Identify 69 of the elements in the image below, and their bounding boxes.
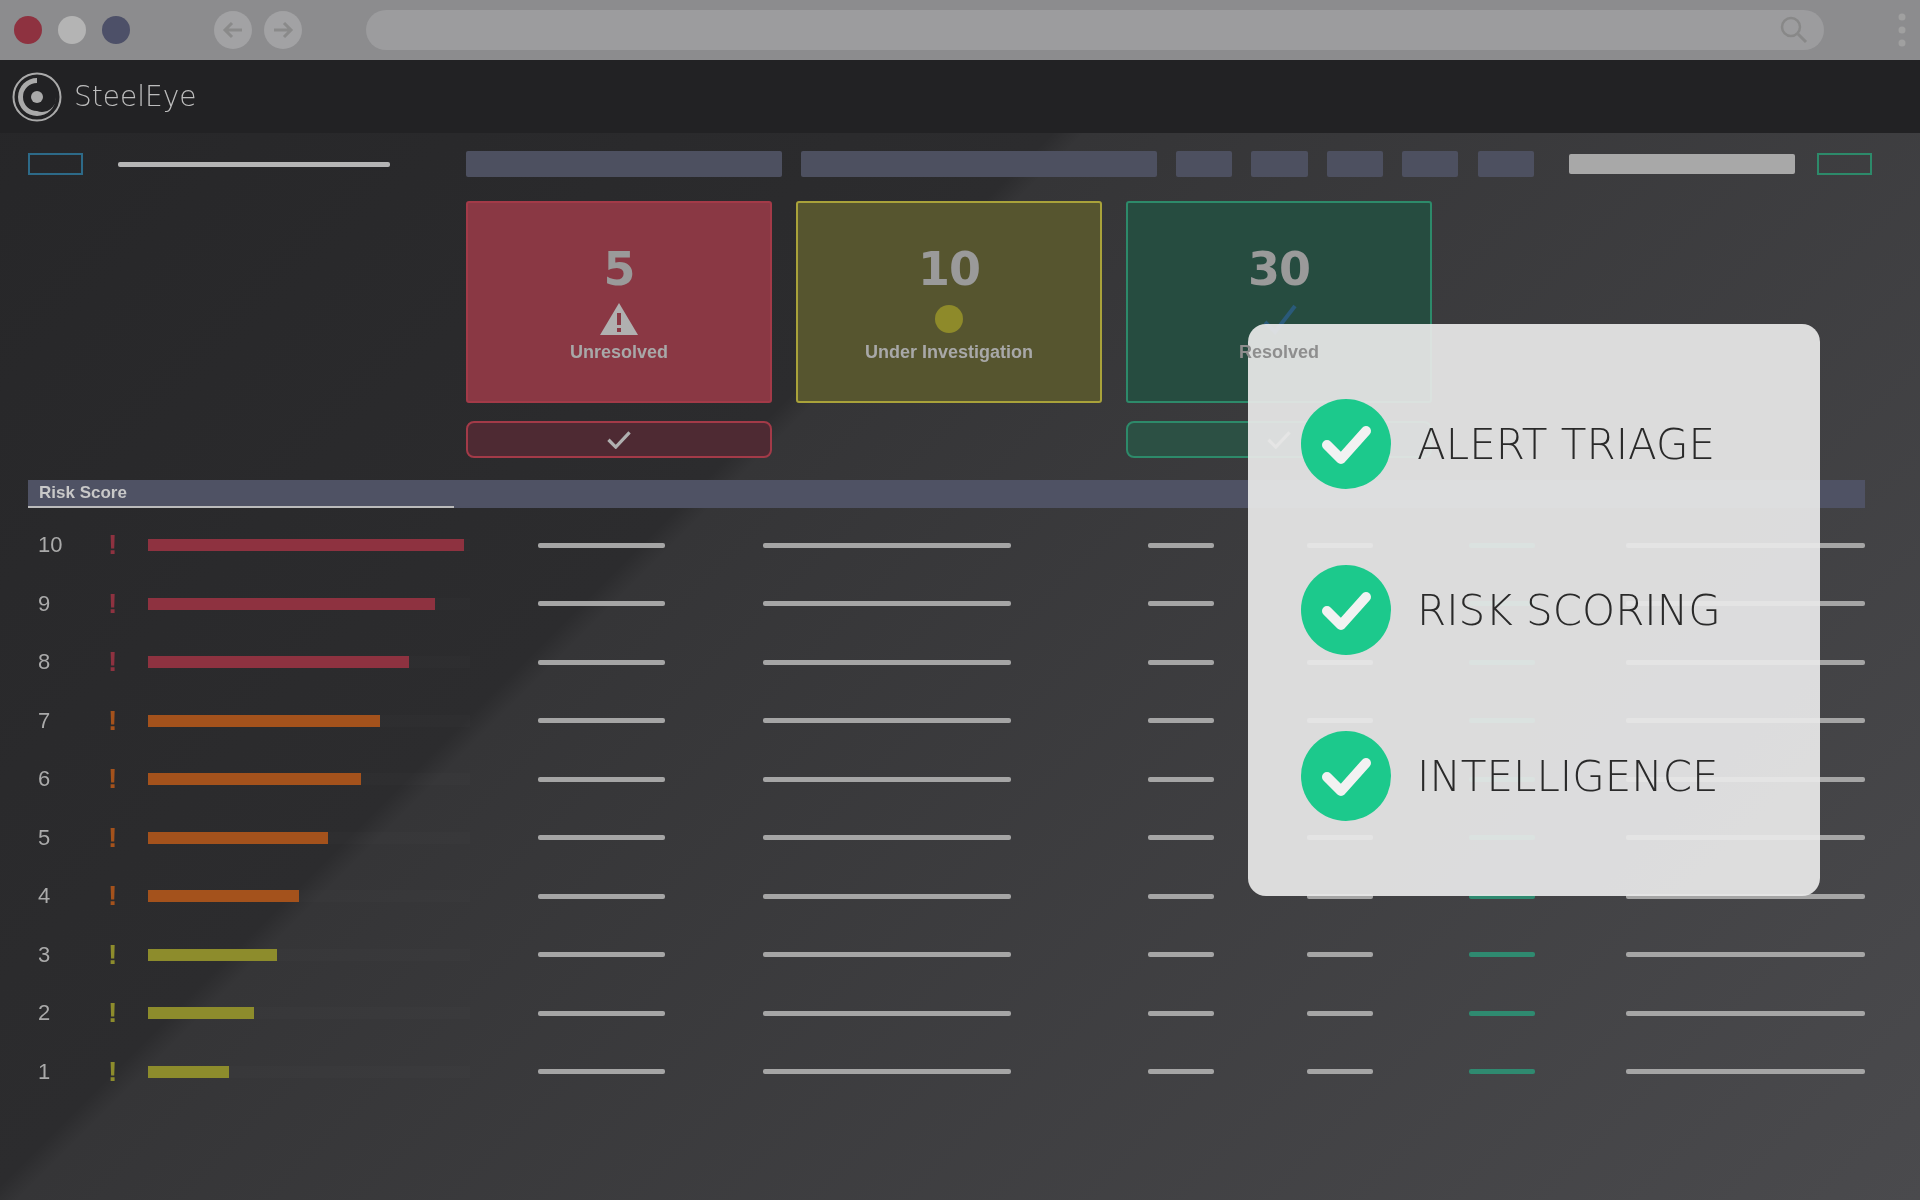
risk-score: 1: [37, 1058, 52, 1085]
severity-mark: !: [108, 763, 119, 796]
placeholder-line: [1148, 835, 1214, 841]
card-label: Under Investigation: [865, 341, 1033, 363]
risk-score: 9: [37, 590, 52, 617]
forward-arrow-icon: [272, 21, 294, 39]
placeholder-line: [1307, 952, 1373, 958]
placeholder-bar: [1176, 151, 1232, 177]
placeholder-line: [1148, 952, 1214, 958]
feature-label: ALERT TRIAGE: [1417, 419, 1716, 469]
warning-icon: [599, 301, 639, 336]
card-count: 10: [918, 241, 980, 296]
column-header: Risk Score: [28, 480, 454, 508]
risk-score: 10: [37, 532, 64, 559]
risk-score: 2: [37, 1000, 52, 1027]
risk-score: 7: [37, 707, 52, 734]
minimize-button[interactable]: [58, 16, 86, 44]
forward-button[interactable]: [264, 11, 302, 49]
placeholder-line: [1148, 776, 1214, 782]
placeholder-line: [1148, 659, 1214, 665]
placeholder-line: [1148, 601, 1214, 607]
placeholder-line: [1307, 1010, 1373, 1016]
placeholder-line: [1469, 952, 1535, 958]
close-button[interactable]: [14, 16, 42, 44]
risk-score: 5: [37, 824, 52, 851]
check-icon: [606, 429, 632, 450]
severity-mark: !: [108, 938, 119, 971]
back-button[interactable]: [214, 11, 252, 49]
brand-name: SteelEye: [74, 80, 197, 113]
card-count: 30: [1248, 241, 1310, 296]
risk-score: 4: [37, 883, 52, 910]
placeholder-box: [28, 153, 83, 175]
placeholder-line: [1148, 542, 1214, 548]
risk-score: 6: [37, 766, 52, 793]
back-arrow-icon: [222, 21, 244, 39]
feature-label: INTELLIGENCE: [1417, 751, 1719, 801]
placeholder-line: [1469, 1069, 1535, 1075]
feature-label: RISK SCORING: [1417, 585, 1721, 635]
placeholder-box: [1817, 153, 1872, 175]
severity-mark: !: [108, 880, 119, 913]
risk-score: 3: [37, 941, 52, 968]
placeholder-line: [1307, 1069, 1373, 1075]
placeholder-bar: [1402, 151, 1458, 177]
card-label: Unresolved: [569, 341, 668, 363]
logo-icon: [12, 71, 62, 122]
placeholder-bar: [1251, 151, 1308, 177]
risk-score: 8: [37, 649, 52, 676]
confirm-button[interactable]: [466, 421, 772, 458]
placeholder-line: [1148, 718, 1214, 724]
card-count: 5: [603, 241, 635, 296]
severity-mark: !: [108, 587, 119, 620]
severity-mark: !: [108, 1055, 119, 1088]
placeholder-bar: [1327, 151, 1383, 177]
severity-mark: !: [108, 821, 119, 854]
placeholder-line: [1148, 1069, 1214, 1075]
placeholder-line: [1148, 1010, 1214, 1016]
placeholder-line: [1148, 893, 1214, 899]
check-circle-icon: [1301, 731, 1391, 821]
check-circle-icon: [1301, 399, 1391, 489]
status-card[interactable]: 10 Under Investigation: [796, 201, 1102, 403]
severity-mark: !: [108, 997, 119, 1030]
placeholder-line: [1469, 1010, 1535, 1016]
maximize-button[interactable]: [102, 16, 130, 44]
severity-mark: !: [108, 704, 119, 737]
severity-mark: !: [108, 646, 119, 679]
status-card[interactable]: 5 Unresolved: [466, 201, 772, 403]
severity-mark: !: [108, 529, 119, 562]
check-circle-icon: [1301, 565, 1391, 655]
placeholder-bar: [1478, 151, 1534, 177]
